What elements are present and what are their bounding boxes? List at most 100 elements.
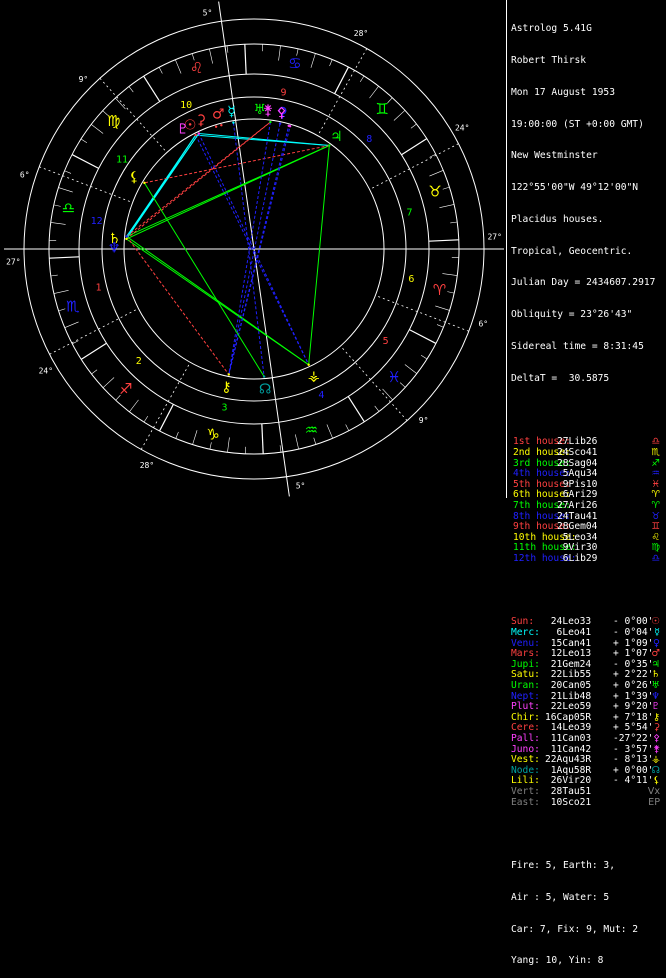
degree-tick [405,364,417,373]
planet-icon: ☊ [651,766,660,777]
zodiac-sign-icon: ♊ [375,100,388,118]
zodiac-sign-icon: ♍ [107,112,120,130]
degree-tick [81,139,87,143]
chart-coords: 122°55'00"W 49°12'00"N [511,183,666,194]
element-summary-2: Air : 5, Water: 5 [511,893,666,904]
zodiac-sign-icon: ♓ [388,368,401,386]
planet-latitude: - 4°11' [613,776,653,787]
degree-tick [245,44,246,74]
degree-tick [421,355,427,359]
planet-row: Nept: 21Lib48+ 1°39'♆ [511,692,666,703]
house-list: 1st house:27Lib26♎2nd house:24Sco41♏3rd … [511,437,666,564]
planet-position: 14Leo39 [545,723,591,734]
planet-position: 11Can42 [545,745,591,756]
planet-icon: ⚵ [653,745,660,756]
planet-row: Vert: 28Tau51Vx [511,787,666,798]
planet-latitude: - 0°35' [613,660,653,671]
planet-marker [143,182,145,184]
planet-icon: ⚴ [276,105,286,121]
planet-icon: ♆ [108,240,121,256]
house-number: 6 [408,274,414,285]
planet-icon: ☉ [651,617,660,628]
degree-tick [335,67,349,94]
degree-tick [65,322,79,328]
cusp-degree-label: 5° [203,9,213,18]
planet-row: Merc: 6Leo41- 0°04'☿ [511,628,666,639]
house-cusp-line [141,362,190,449]
degree-tick [429,240,459,241]
degree-tick [409,330,436,344]
planet-list: Sun: 24Leo33- 0°00'☉Merc: 6Leo41- 0°04'☿… [511,617,666,808]
planet-icon: ☊ [259,382,271,398]
planet-icon: ⚳ [653,723,660,734]
planet-icon: ♃ [330,129,343,145]
planet-position: 1Aqu58R [545,766,591,777]
aspect-line [309,145,330,364]
zodiac-sign-icon: ♊ [651,522,660,533]
degree-tick [295,434,298,449]
planet-icon: ♅ [651,681,660,692]
planet-name: Juno: [511,745,540,756]
degree-tick [144,76,160,101]
house-number: 7 [406,207,412,218]
planet-name: Satu: [511,670,540,681]
cusp-degree-label: 9° [79,75,89,84]
planet-icon: ☿ [654,628,660,639]
zodiac-sign-icon: ♏ [651,448,660,459]
chart-name: Robert Thirsk [511,56,666,67]
planet-icon: ♇ [651,702,660,713]
planet-marker [279,122,281,124]
planet-row: Vest:22Aqu43R- 8°13'⚶ [511,755,666,766]
planet-icon: ⚵ [263,103,273,119]
planet-latitude: -27°22' [613,734,653,745]
planet-row: Cere: 14Leo39+ 5°54'⚳ [511,723,666,734]
planet-latitude: - 8°13' [613,755,653,766]
planet-position: 22Lib55 [545,670,591,681]
aspect-line [229,126,289,375]
chart-time: 19:00:00 (ST +0:00 GMT) [511,120,666,131]
planet-name: Nept: [511,692,540,703]
aspect-line [144,145,329,182]
julian-day: Julian Day = 2434607.2917 [511,278,666,289]
degree-tick [280,445,281,452]
degree-tick [81,343,106,359]
house-cusp: 27Ari26 [557,501,597,512]
planet-row: Uran: 20Can05+ 0°26'♅ [511,681,666,692]
planet-position: 22Leo59 [545,702,591,713]
degree-tick [279,46,281,61]
planet-name: Jupi: [511,660,540,671]
degree-tick [129,87,133,93]
planet-marker [198,132,200,134]
planet-name: Cere: [511,723,540,734]
planet-row: East: 10Sco21EP [511,798,666,809]
planet-latitude: + 1°07' [613,649,653,660]
planet-position: 21Gem24 [545,660,591,671]
planet-position: 12Leo13 [545,649,591,660]
house-cusp: 24Sco41 [557,448,597,459]
chart-place: New Westminster [511,151,666,162]
planet-icon: ⚸ [653,776,660,787]
planet-position: 26Vir20 [545,776,591,787]
degree-tick [58,188,72,192]
degree-tick [450,222,457,223]
house-cusp-line [39,167,132,203]
planet-marker [328,144,330,146]
degree-tick [51,275,58,276]
planet-row: Sun: 24Leo33- 0°00'☉ [511,617,666,628]
house-row: 12th house: 6Lib29♎ [511,554,666,565]
polarity-summary: Yang: 10, Yin: 8 [511,956,666,967]
planet-icon: ⚴ [653,734,660,745]
planet-icon: ♂ [651,649,660,660]
house-cusp: 28Gem04 [557,522,597,533]
planet-icon: ⚸ [129,170,139,186]
planet-marker [307,364,309,366]
planet-latitude: - 0°04' [613,628,653,639]
house-row: 10th house: 5Leo34♌ [511,533,666,544]
house-cusp: 6Ari29 [557,490,597,501]
planet-row: Mars: 12Leo13+ 1°07'♂ [511,649,666,660]
degree-tick [51,222,66,224]
cusp-degree-label: 9° [419,416,429,425]
planet-name: Venu: [511,639,540,650]
planet-marker [263,375,265,377]
planet-icon: ⚶ [308,369,320,385]
